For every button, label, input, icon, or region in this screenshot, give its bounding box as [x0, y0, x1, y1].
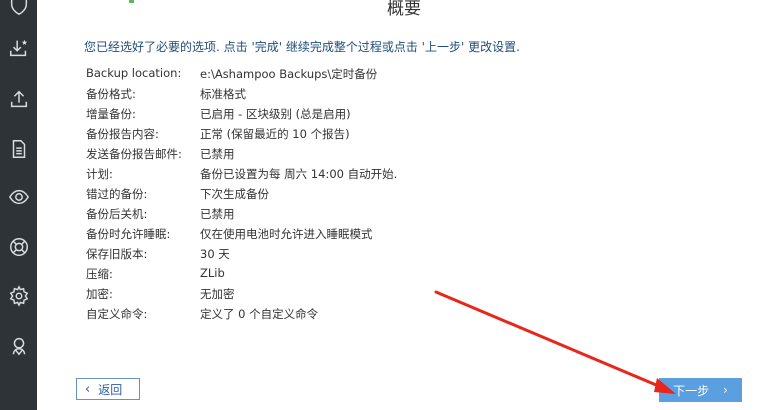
summary-value: 已禁用 — [200, 147, 235, 161]
next-button[interactable]: 下一步 › — [659, 378, 742, 402]
summary-value: 标准格式 — [200, 87, 246, 101]
summary-key: 发送备份报告邮件: — [86, 147, 182, 161]
back-button[interactable]: ‹ 返回 — [76, 378, 140, 400]
summary-value: 无加密 — [200, 287, 235, 301]
summary-value: 30 天 — [200, 247, 230, 261]
gear-icon[interactable] — [4, 281, 33, 310]
next-button-label: 下一步 — [673, 383, 710, 398]
summary-value: 定义了 0 个自定义命令 — [200, 307, 319, 321]
download-star-icon[interactable] — [4, 33, 33, 62]
summary-key: 备份格式: — [86, 87, 136, 101]
page-title: 概要 — [387, 0, 421, 19]
summary-value: 备份已设置为每 周六 14:00 自动开始. — [200, 167, 398, 181]
summary-key: 备份报告内容: — [86, 127, 159, 141]
back-button-label: 返回 — [98, 382, 123, 397]
summary-key: 备份后关机: — [86, 207, 148, 221]
summary-key: 保存旧版本: — [86, 247, 148, 261]
summary-key: 增量备份: — [86, 107, 136, 121]
chevron-left-icon: ‹ — [85, 381, 91, 397]
document-icon[interactable] — [4, 134, 33, 163]
summary-value: 已启用 - 区块级别 (总是启用) — [200, 107, 351, 121]
lifebuoy-icon[interactable] — [4, 232, 33, 261]
shield-icon[interactable] — [4, 0, 33, 19]
eye-icon[interactable] — [4, 182, 33, 211]
summary-key: 错过的备份: — [86, 187, 148, 201]
intro-text: 您已经选好了必要的选项. 点击 '完成' 继续完成整个过程或点击 '上一步' 更… — [84, 40, 520, 54]
chevron-right-icon: › — [723, 383, 728, 397]
summary-key: 自定义命令: — [86, 307, 148, 321]
upload-icon[interactable] — [4, 84, 33, 113]
summary-key: Backup location: — [86, 66, 182, 80]
summary-key: 加密: — [86, 287, 113, 301]
summary-key: 备份时允许睡眠: — [86, 227, 171, 241]
summary-value: e:\Ashampoo Backups\定时备份 — [200, 67, 378, 81]
summary-key: 计划: — [86, 167, 113, 181]
sidebar — [0, 0, 37, 410]
summary-value: 正常 (保留最近的 10 个报告) — [200, 127, 350, 141]
summary-value: 仅在使用电池时允许进入睡眠模式 — [200, 227, 373, 241]
summary-value: ZLib — [200, 266, 225, 280]
summary-value: 下次生成备份 — [200, 187, 269, 201]
user-support-icon[interactable] — [4, 331, 33, 360]
summary-key: 压缩: — [86, 267, 113, 281]
summary-value: 已禁用 — [200, 207, 235, 221]
decorative-mark — [129, 0, 134, 3]
main-panel: 概要 您已经选好了必要的选项. 点击 '完成' 继续完成整个过程或点击 '上一步… — [37, 0, 759, 410]
